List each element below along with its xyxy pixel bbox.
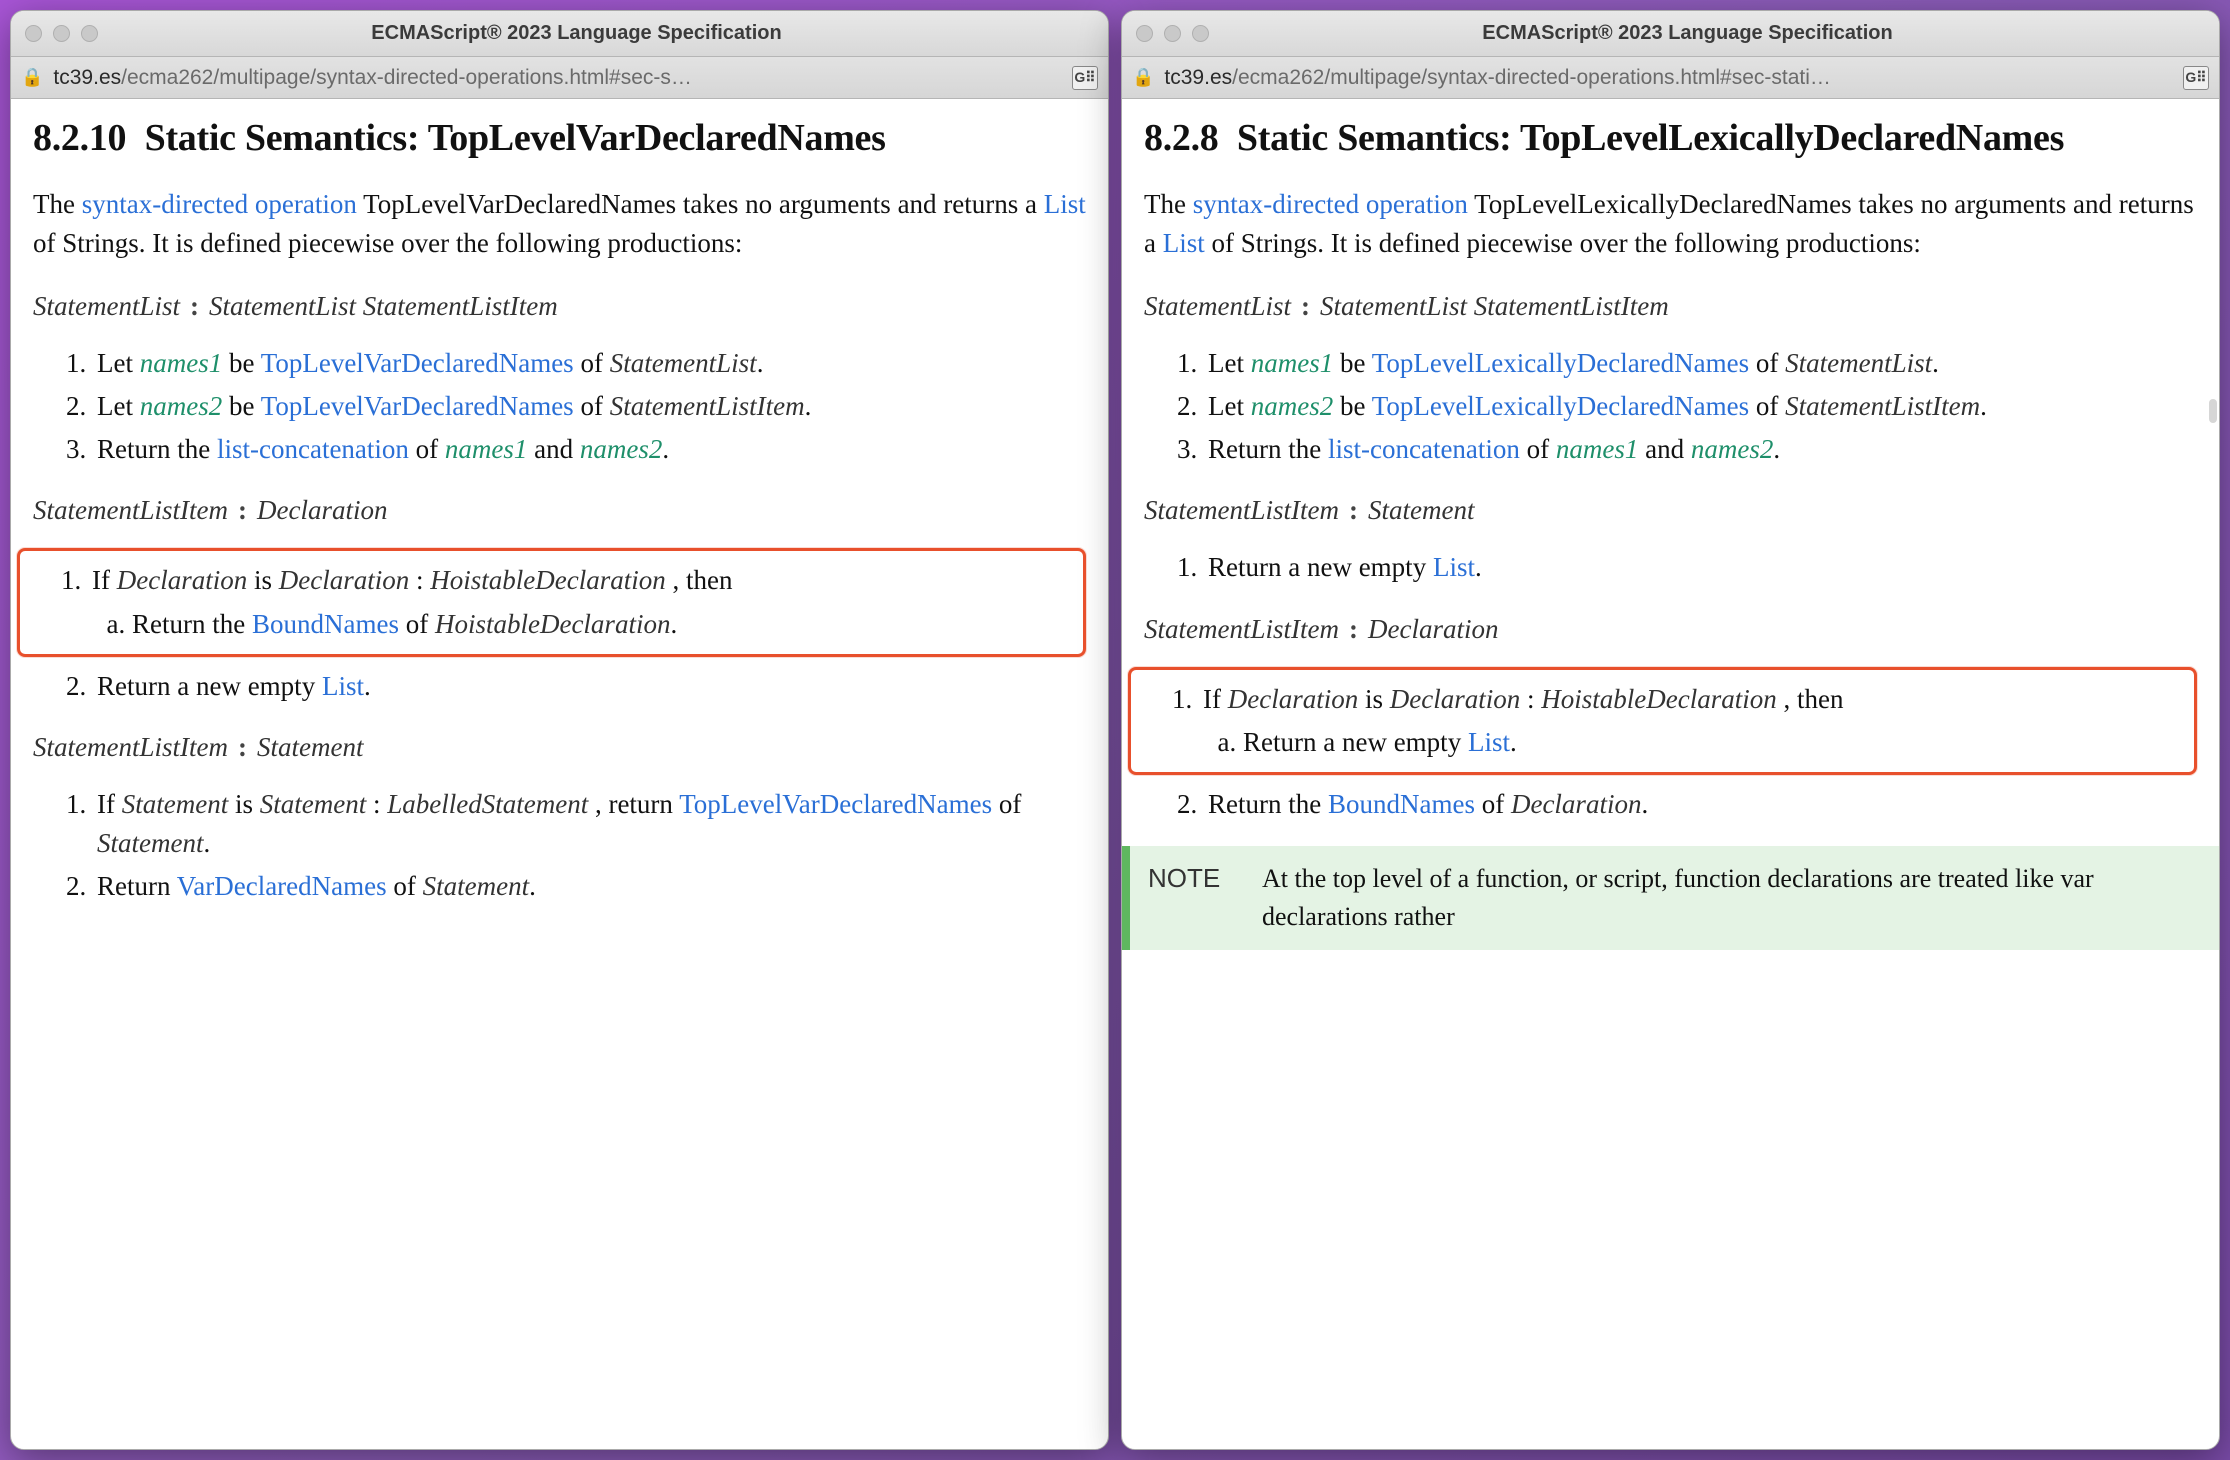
algorithm-steps: Return a new empty List. <box>1190 548 2197 587</box>
scrollbar-thumb[interactable] <box>2209 399 2217 423</box>
note-body: At the top level of a function, or scrip… <box>1262 860 2201 935</box>
address-bar[interactable]: 🔒 tc39.es/ecma262/multipage/syntax-direc… <box>11 57 1108 99</box>
algorithm-steps: Let names1 be TopLevelLexicallyDeclaredN… <box>1190 344 2197 469</box>
lock-icon: 🔒 <box>1132 67 1154 88</box>
algo-step: If Declaration is Declaration : Hoistabl… <box>88 561 1075 643</box>
grammar-production: StatementListItem:Statement <box>33 728 1086 767</box>
sdo-link[interactable]: syntax-directed operation <box>82 189 357 219</box>
algo-step: Return the list-concatenation of names1 … <box>93 430 1086 469</box>
maximize-icon[interactable] <box>1192 25 1209 42</box>
algo-step: Let names1 be TopLevelVarDeclaredNames o… <box>93 344 1086 383</box>
intro-paragraph: The syntax-directed operation TopLevelLe… <box>1144 185 2197 263</box>
window-controls <box>25 25 98 42</box>
op-link[interactable]: list-concatenation <box>1328 434 1520 464</box>
algorithm-steps: If Statement is Statement : LabelledStat… <box>79 785 1086 906</box>
algorithm-steps: Return a new empty List. <box>79 667 1086 706</box>
algorithm-steps: Return the BoundNames of Declaration. <box>1190 785 2197 824</box>
grammar-production: StatementListItem:Declaration <box>33 491 1086 530</box>
algo-step: Return a new empty List. <box>93 667 1086 706</box>
browser-window-left: ECMAScript® 2023 Language Specification … <box>10 10 1109 1450</box>
list-link[interactable]: List <box>1468 727 1510 757</box>
op-link[interactable]: TopLevelLexicallyDeclaredNames <box>1372 348 1749 378</box>
op-link[interactable]: TopLevelVarDeclaredNames <box>261 348 574 378</box>
op-link[interactable]: TopLevelLexicallyDeclaredNames <box>1372 391 1749 421</box>
op-link[interactable]: TopLevelVarDeclaredNames <box>679 789 992 819</box>
op-link[interactable]: TopLevelVarDeclaredNames <box>261 391 574 421</box>
grammar-production: StatementListItem:Declaration <box>1144 610 2197 649</box>
translate-icon[interactable]: G⠿ <box>2183 66 2209 90</box>
grammar-production: StatementList:StatementList StatementLis… <box>1144 287 2197 326</box>
close-icon[interactable] <box>25 25 42 42</box>
highlighted-region: If Declaration is Declaration : Hoistabl… <box>1128 667 2197 775</box>
close-icon[interactable] <box>1136 25 1153 42</box>
minimize-icon[interactable] <box>1164 25 1181 42</box>
window-controls <box>1136 25 1209 42</box>
titlebar: ECMAScript® 2023 Language Specification <box>11 11 1108 57</box>
titlebar: ECMAScript® 2023 Language Specification <box>1122 11 2219 57</box>
algo-substep: Return a new empty List. <box>1243 723 2186 762</box>
list-link[interactable]: List <box>1163 228 1205 258</box>
algo-step: Return the BoundNames of Declaration. <box>1204 785 2197 824</box>
algo-step: Let names2 be TopLevelVarDeclaredNames o… <box>93 387 1086 426</box>
page-content[interactable]: 8.2.8 Static Semantics: TopLevelLexicall… <box>1122 99 2219 1449</box>
maximize-icon[interactable] <box>81 25 98 42</box>
algo-step: Return VarDeclaredNames of Statement. <box>93 867 1086 906</box>
window-title: ECMAScript® 2023 Language Specification <box>109 22 1094 45</box>
algo-step: If Declaration is Declaration : Hoistabl… <box>1199 680 2186 762</box>
page-content[interactable]: 8.2.10 Static Semantics: TopLevelVarDecl… <box>11 99 1108 1449</box>
section-heading: 8.2.10 Static Semantics: TopLevelVarDecl… <box>33 115 1086 163</box>
algo-step: Let names1 be TopLevelLexicallyDeclaredN… <box>1204 344 2197 383</box>
list-link[interactable]: List <box>1044 189 1086 219</box>
list-link[interactable]: List <box>322 671 364 701</box>
address-bar[interactable]: 🔒 tc39.es/ecma262/multipage/syntax-direc… <box>1122 57 2219 99</box>
op-link[interactable]: BoundNames <box>1328 789 1475 819</box>
window-title: ECMAScript® 2023 Language Specification <box>1220 22 2205 45</box>
grammar-production: StatementList:StatementList StatementLis… <box>33 287 1086 326</box>
browser-window-right: ECMAScript® 2023 Language Specification … <box>1121 10 2220 1450</box>
url-text: tc39.es/ecma262/multipage/syntax-directe… <box>1164 66 2173 90</box>
translate-icon[interactable]: G⠿ <box>1072 66 1098 90</box>
op-link[interactable]: list-concatenation <box>217 434 409 464</box>
op-link[interactable]: BoundNames <box>252 609 399 639</box>
grammar-production: StatementListItem:Statement <box>1144 491 2197 530</box>
lock-icon: 🔒 <box>21 67 43 88</box>
highlighted-region: If Declaration is Declaration : Hoistabl… <box>17 548 1086 656</box>
minimize-icon[interactable] <box>53 25 70 42</box>
sdo-link[interactable]: syntax-directed operation <box>1193 189 1468 219</box>
url-text: tc39.es/ecma262/multipage/syntax-directe… <box>53 66 1062 90</box>
algo-substep: Return the BoundNames of HoistableDeclar… <box>132 605 1075 644</box>
intro-paragraph: The syntax-directed operation TopLevelVa… <box>33 185 1086 263</box>
section-heading: 8.2.8 Static Semantics: TopLevelLexicall… <box>1144 115 2197 163</box>
algo-step: Return a new empty List. <box>1204 548 2197 587</box>
list-link[interactable]: List <box>1433 552 1475 582</box>
op-link[interactable]: VarDeclaredNames <box>177 871 387 901</box>
algo-step: If Statement is Statement : LabelledStat… <box>93 785 1086 863</box>
algo-step: Return the list-concatenation of names1 … <box>1204 430 2197 469</box>
note-label: NOTE <box>1148 860 1238 935</box>
note-block: NOTE At the top level of a function, or … <box>1122 846 2219 949</box>
algorithm-steps: Let names1 be TopLevelVarDeclaredNames o… <box>79 344 1086 469</box>
algo-step: Let names2 be TopLevelLexicallyDeclaredN… <box>1204 387 2197 426</box>
